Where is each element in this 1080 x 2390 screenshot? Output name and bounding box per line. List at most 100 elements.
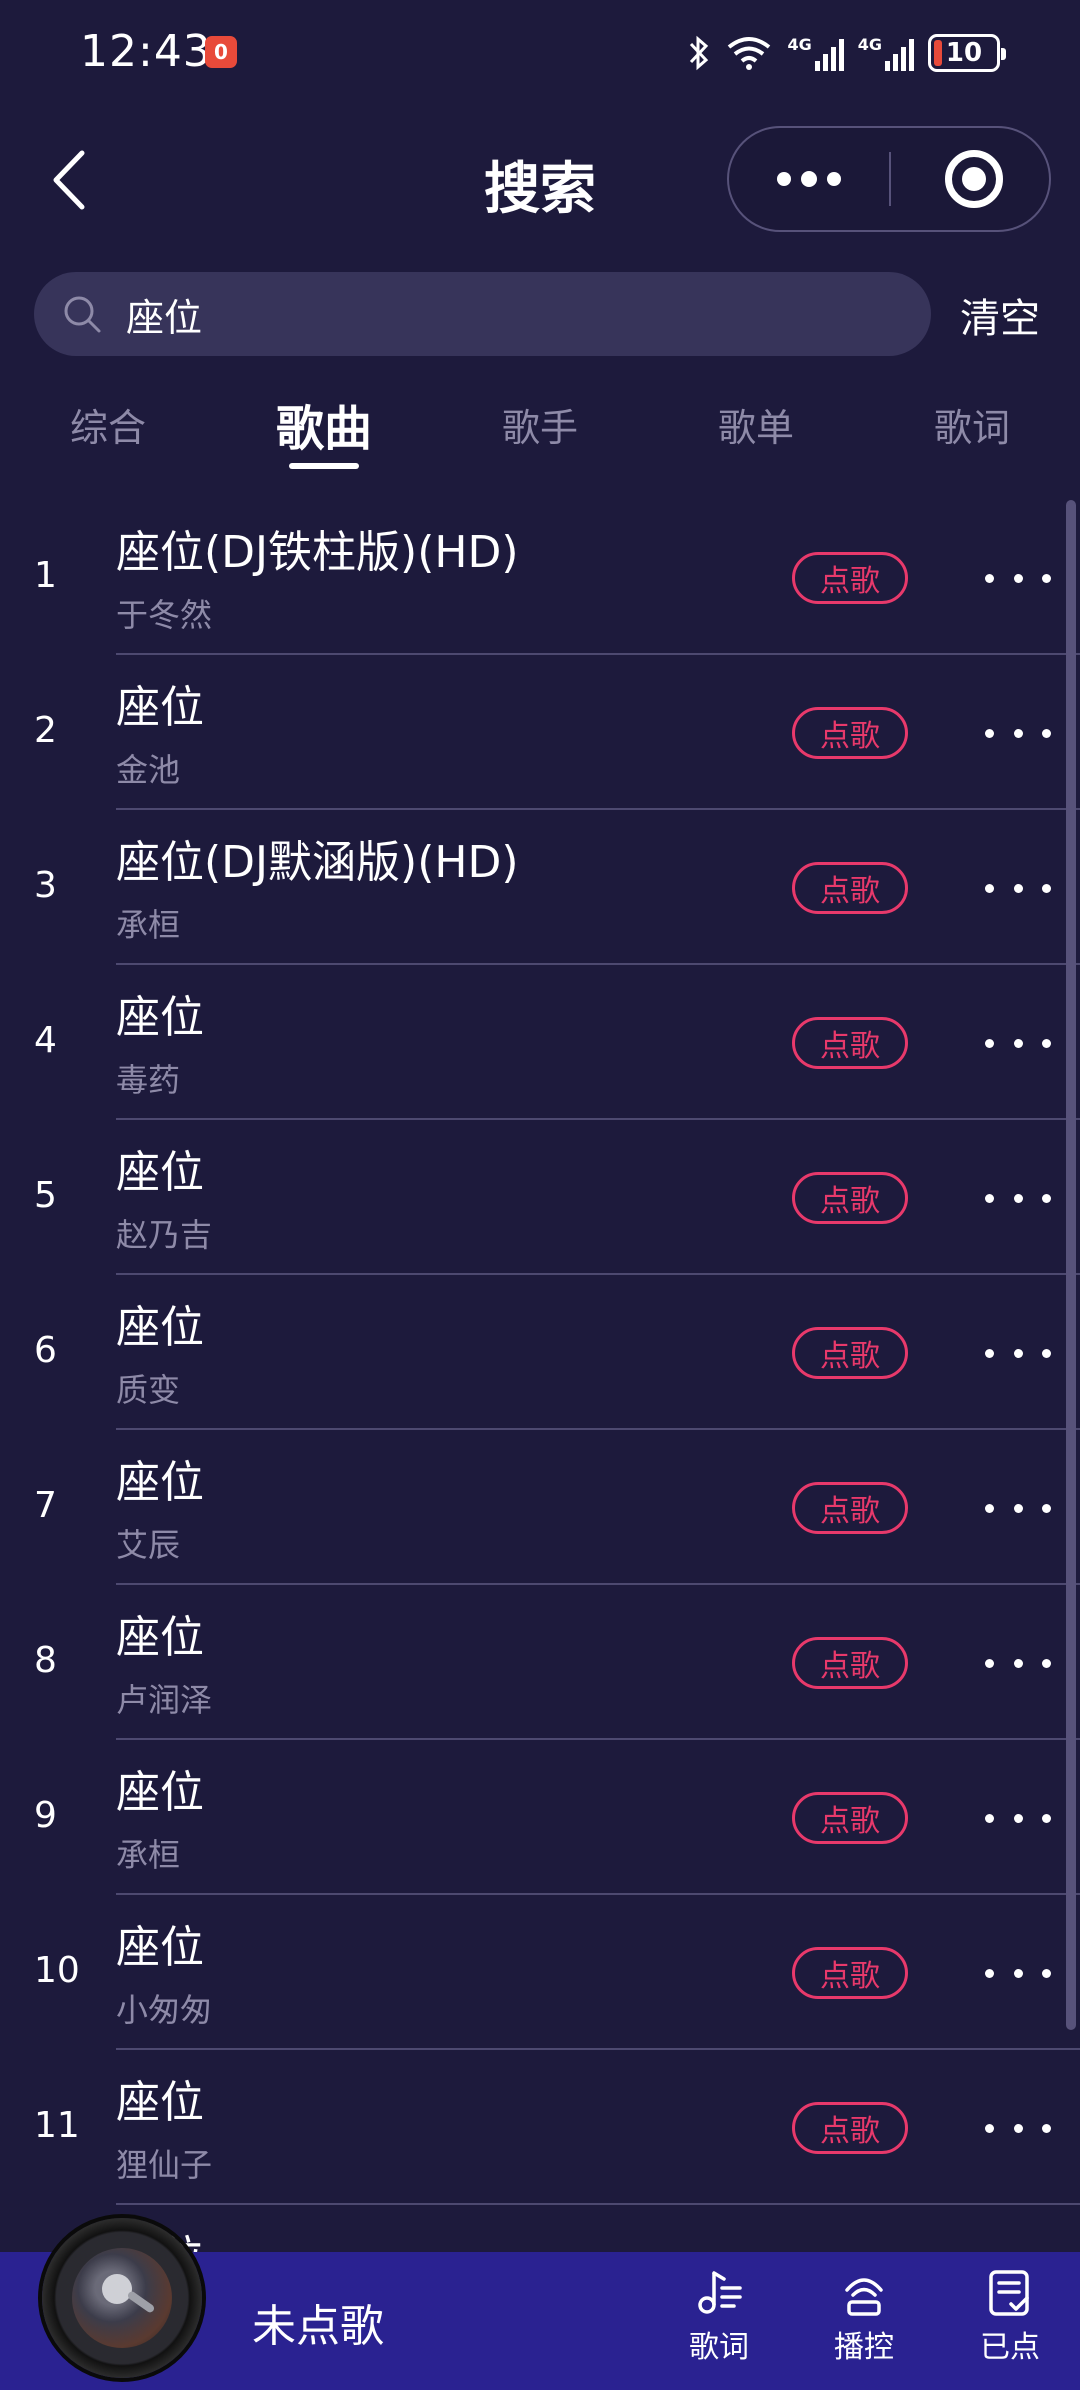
- notification-badge: 0: [205, 36, 237, 68]
- song-artist: 卢润泽: [116, 1681, 213, 1719]
- song-row[interactable]: 11 座位 狸仙子 点歌: [0, 2050, 1080, 2205]
- song-artist: 金池: [116, 751, 181, 789]
- more-menu-button[interactable]: [729, 128, 889, 230]
- signal-1: 4G: [787, 35, 844, 71]
- song-index: 2: [34, 710, 57, 751]
- request-song-button[interactable]: 点歌: [792, 2102, 908, 2154]
- song-row[interactable]: 5 座位 赵乃吉 点歌: [0, 1120, 1080, 1275]
- more-options-icon[interactable]: [985, 1798, 1051, 1838]
- song-title: 座位: [116, 1302, 204, 1353]
- clear-button[interactable]: 清空: [960, 286, 1040, 344]
- request-song-button[interactable]: 点歌: [792, 1947, 908, 1999]
- song-index: 10: [34, 1950, 80, 1991]
- song-title: 座位(DJ铁柱版)(HD): [116, 527, 519, 578]
- more-options-icon[interactable]: [985, 558, 1051, 598]
- tab-lyrics[interactable]: 歌词: [934, 397, 1010, 452]
- song-title: 座位: [116, 1457, 204, 1508]
- battery-indicator: 10: [928, 34, 1006, 72]
- song-row[interactable]: 7 座位 艾辰 点歌: [0, 1430, 1080, 1585]
- song-artist: 小匆匆: [116, 1991, 213, 2029]
- request-song-button[interactable]: 点歌: [792, 1172, 908, 1224]
- microphone-icon: [102, 2274, 132, 2304]
- capsule-divider: [889, 152, 891, 206]
- song-row[interactable]: 2 座位 金池 点歌: [0, 655, 1080, 810]
- song-title: 座位: [116, 1147, 204, 1198]
- song-row[interactable]: 9 座位 承桓 点歌: [0, 1740, 1080, 1895]
- more-options-icon[interactable]: [985, 1333, 1051, 1373]
- song-artist: 承桓: [116, 906, 181, 944]
- more-options-icon[interactable]: [985, 1643, 1051, 1683]
- song-index: 6: [34, 1330, 57, 1371]
- request-song-button[interactable]: 点歌: [792, 552, 908, 604]
- search-input[interactable]: 座位: [126, 287, 202, 342]
- song-title: 座位: [116, 1922, 204, 1973]
- more-options-icon[interactable]: [985, 1023, 1051, 1063]
- scrollbar[interactable]: [1066, 500, 1076, 2030]
- category-tabs: 综合 歌曲 歌手 歌单 歌词: [0, 385, 1080, 475]
- now-playing-label: 未点歌: [252, 2301, 384, 2352]
- song-row[interactable]: 3 座位(DJ默涵版)(HD) 承桓 点歌: [0, 810, 1080, 965]
- wifi-icon: [728, 37, 771, 70]
- mini-program-capsule: [727, 126, 1051, 232]
- more-options-icon[interactable]: [985, 2108, 1051, 2148]
- song-index: 9: [34, 1795, 57, 1836]
- song-title: 座位: [116, 682, 204, 733]
- song-index: 4: [34, 1020, 57, 1061]
- more-dots-icon: [777, 172, 791, 186]
- tab-singers[interactable]: 歌手: [502, 397, 578, 452]
- header: 搜索: [0, 110, 1080, 250]
- song-artist: 毒药: [116, 1061, 181, 1099]
- song-artist: 于冬然: [116, 596, 213, 634]
- song-title: 座位: [116, 1767, 204, 1818]
- playback-control-icon: [845, 2278, 883, 2316]
- target-icon[interactable]: [945, 150, 1003, 208]
- tab-playlists[interactable]: 歌单: [718, 397, 794, 452]
- more-options-icon[interactable]: [985, 1953, 1051, 1993]
- request-song-button[interactable]: 点歌: [792, 1792, 908, 1844]
- song-row[interactable]: 10 座位 小匆匆 点歌: [0, 1895, 1080, 2050]
- request-song-button[interactable]: 点歌: [792, 1327, 908, 1379]
- album-disc[interactable]: [42, 2218, 202, 2378]
- song-row[interactable]: 1 座位(DJ铁柱版)(HD) 于冬然 点歌: [0, 500, 1080, 655]
- song-list: 1 座位(DJ铁柱版)(HD) 于冬然 点歌 2 座位 金池 点歌 3 座位(D…: [0, 500, 1080, 2360]
- nav-queued-button[interactable]: 已点: [955, 2268, 1065, 2378]
- request-song-button[interactable]: 点歌: [792, 862, 908, 914]
- request-song-button[interactable]: 点歌: [792, 707, 908, 759]
- status-time: 12:43: [80, 26, 212, 77]
- more-options-icon[interactable]: [985, 713, 1051, 753]
- song-artist: 艾辰: [116, 1526, 181, 1564]
- queued-list-icon: [989, 2270, 1029, 2316]
- status-icons: 4G 4G 10: [687, 28, 1006, 78]
- more-options-icon[interactable]: [985, 1488, 1051, 1528]
- request-song-button[interactable]: 点歌: [792, 1637, 908, 1689]
- tab-songs[interactable]: 歌曲: [276, 389, 372, 459]
- song-row[interactable]: 6 座位 质变 点歌: [0, 1275, 1080, 1430]
- search-box[interactable]: 座位: [34, 272, 931, 356]
- song-index: 1: [34, 555, 57, 596]
- nav-playback-control-button[interactable]: 播控: [809, 2268, 919, 2378]
- song-row[interactable]: 8 座位 卢润泽 点歌: [0, 1585, 1080, 1740]
- tab-overall[interactable]: 综合: [70, 397, 146, 452]
- lyrics-icon: [698, 2271, 742, 2314]
- nav-queued-label: 已点: [980, 2330, 1040, 2365]
- signal-2: 4G: [858, 35, 914, 71]
- song-index: 3: [34, 865, 57, 906]
- nav-lyrics-label: 歌词: [689, 2330, 749, 2365]
- request-song-button[interactable]: 点歌: [792, 1482, 908, 1534]
- nav-playback-control-label: 播控: [834, 2330, 894, 2365]
- request-song-button[interactable]: 点歌: [792, 1017, 908, 1069]
- song-title: 座位(DJ默涵版)(HD): [116, 837, 519, 888]
- nav-lyrics-button[interactable]: 歌词: [664, 2268, 774, 2378]
- song-index: 8: [34, 1640, 57, 1681]
- search-icon: [60, 292, 104, 336]
- more-options-icon[interactable]: [985, 1178, 1051, 1218]
- song-title: 座位: [116, 1612, 204, 1663]
- song-index: 11: [34, 2105, 80, 2146]
- song-artist: 承桓: [116, 1836, 181, 1874]
- song-index: 7: [34, 1485, 57, 1526]
- more-options-icon[interactable]: [985, 868, 1051, 908]
- song-title: 座位: [116, 2077, 204, 2128]
- song-row[interactable]: 4 座位 毒药 点歌: [0, 965, 1080, 1120]
- song-index: 5: [34, 1175, 57, 1216]
- active-tab-indicator: [289, 463, 359, 469]
